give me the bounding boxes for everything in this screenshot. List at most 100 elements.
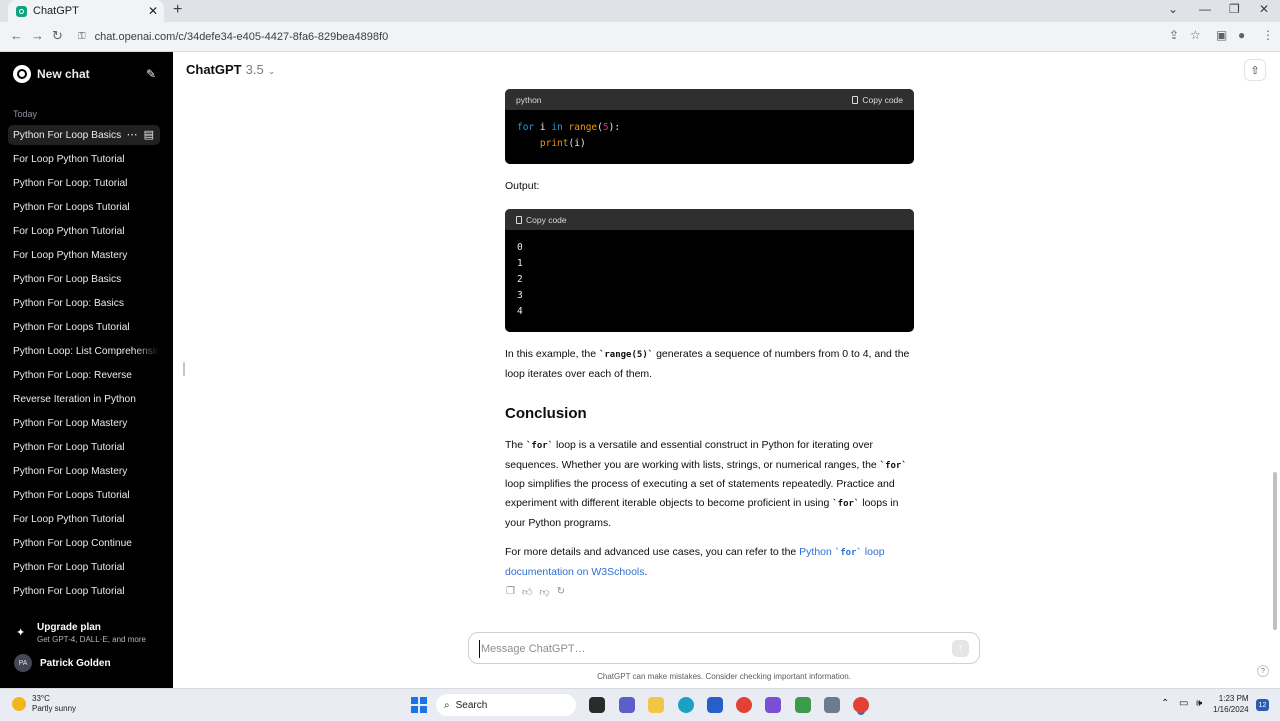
chat-history-item[interactable]: Python For Loop: Tutorial — [8, 173, 160, 193]
inline-code: `range(5)` — [598, 350, 654, 360]
chat-history-item[interactable]: Python For Loop Mastery — [8, 461, 160, 481]
chat-history-item[interactable]: Python For Loop Tutorial — [8, 437, 160, 457]
notification-badge[interactable]: 12 — [1256, 699, 1269, 711]
model-selector[interactable]: ChatGPT 3.5 ⌄ — [186, 62, 275, 77]
chat-history-item[interactable]: For Loop Python Tutorial — [8, 149, 160, 169]
thumbs-down-icon[interactable]: 👎︎ — [539, 586, 549, 598]
conclusion-heading: Conclusion — [505, 405, 587, 422]
chat-history-title: Python For Loop Tutorial — [13, 561, 125, 573]
chat-history-item[interactable]: For Loop Python Tutorial — [8, 509, 160, 529]
app-icon[interactable] — [824, 697, 840, 713]
page-scrollbar[interactable] — [1273, 472, 1277, 630]
network-icon[interactable]: ▭ — [1179, 698, 1188, 709]
minimize-button[interactable]: — — [1199, 2, 1211, 16]
share-page-icon[interactable]: ⇪ — [1169, 28, 1179, 42]
chat-history-item[interactable]: For Loop Python Mastery — [8, 245, 160, 265]
chrome-icon[interactable] — [736, 697, 752, 713]
file-explorer-icon[interactable] — [648, 697, 664, 713]
upgrade-plan-button[interactable]: ✦ Upgrade plan Get GPT-4, DALL·E, and mo… — [8, 622, 160, 646]
help-button[interactable]: ? — [1257, 665, 1269, 677]
chat-history-item[interactable]: Python For Loop Mastery — [8, 413, 160, 433]
system-clock[interactable]: 1:23 PM 1/16/2024 — [1213, 693, 1249, 715]
message-composer: ↑ — [468, 632, 980, 664]
copy-code-button[interactable]: Copy code — [516, 215, 567, 225]
output-line: 0 — [517, 242, 523, 253]
restore-button[interactable]: ❐ — [1229, 2, 1240, 16]
chat-history-item[interactable]: Python Loop: List Comprehension — [8, 341, 160, 361]
chat-history-title: Reverse Iteration in Python — [13, 393, 136, 405]
close-tab-icon[interactable]: ✕ — [146, 4, 160, 18]
profile-icon[interactable]: ● — [1238, 28, 1245, 42]
chat-history-item[interactable]: Python For Loop Basics — [8, 269, 160, 289]
chat-history-item[interactable]: Python For Loop Tutorial — [8, 581, 160, 601]
url-field[interactable]: ⚿ chat.openai.com/c/34defe34-e405-4427-8… — [70, 26, 1202, 47]
search-icon: ⌕ — [444, 699, 450, 711]
back-icon[interactable]: ← — [10, 28, 23, 43]
sidebar-collapse-handle[interactable] — [183, 362, 185, 376]
output-line: 1 — [517, 258, 523, 269]
taskbar-search[interactable]: ⌕ Search — [436, 694, 576, 716]
chat-history-item[interactable]: For Loop Python Tutorial — [8, 221, 160, 241]
chat-history-item[interactable]: Python For Loops Tutorial — [8, 317, 160, 337]
chat-history-item[interactable]: Python For Loop Tutorial — [8, 557, 160, 577]
sidebar: New chat ✎ Today Python For Loop Basics … — [0, 52, 173, 688]
code-output-content: 0 1 2 3 4 — [505, 230, 914, 330]
thumbs-up-icon[interactable]: 👍︎ — [522, 586, 532, 598]
browser-tab[interactable]: ChatGPT ✕ — [8, 0, 164, 22]
new-tab-button[interactable]: + — [173, 1, 182, 19]
avatar: PA — [14, 654, 32, 672]
output-line: 3 — [517, 290, 523, 301]
share-chat-button[interactable]: ⇧ — [1244, 59, 1266, 81]
tab-title: ChatGPT — [33, 5, 79, 17]
start-button[interactable] — [411, 697, 427, 713]
clipboard-icon — [516, 215, 522, 224]
chat-history-item[interactable]: Python For Loops Tutorial — [8, 485, 160, 505]
chevron-up-icon[interactable]: ⌃ — [1161, 698, 1169, 709]
store-icon[interactable] — [707, 697, 723, 713]
side-panel-icon[interactable]: ▣ — [1216, 28, 1227, 42]
browser-menu-icon[interactable]: ⋮ — [1262, 28, 1274, 42]
send-button[interactable]: ↑ — [952, 640, 969, 657]
chat-history-item[interactable]: Python For Loop: Reverse — [8, 365, 160, 385]
chat-history-item[interactable]: Python For Loops Tutorial — [8, 197, 160, 217]
chat-history-title: Python For Loop Basics — [13, 273, 122, 285]
copy-message-icon[interactable]: ❐ — [506, 586, 515, 598]
chat-history-title: For Loop Python Mastery — [13, 249, 128, 261]
bookmark-star-icon[interactable]: ☆ — [1190, 28, 1201, 42]
conclusion-paragraph: The `for` loop is a versatile and essent… — [505, 439, 907, 529]
new-chat-edit-icon[interactable]: ✎ — [146, 67, 156, 81]
excel-icon[interactable] — [795, 697, 811, 713]
new-chat-button[interactable]: New chat ✎ — [8, 62, 158, 86]
chat-history-title: Python For Loop Tutorial — [13, 441, 125, 453]
weather-sun-icon — [12, 697, 26, 711]
chat-history-item-active[interactable]: Python For Loop Basics ⋯ ▤ — [8, 125, 160, 145]
chrome-active-icon[interactable] — [853, 697, 869, 713]
chat-history-title: For Loop Python Tutorial — [13, 153, 125, 165]
chat-history-title: Python For Loop Tutorial — [13, 585, 125, 597]
tab-search-icon[interactable]: ⌄ — [1168, 2, 1178, 16]
app-icon[interactable] — [765, 697, 781, 713]
edge-browser-icon[interactable] — [678, 697, 694, 713]
close-window-button[interactable]: ✕ — [1259, 2, 1269, 16]
user-menu-button[interactable]: PA Patrick Golden — [14, 653, 111, 673]
message-input[interactable] — [479, 640, 943, 658]
site-info-icon[interactable]: ⚿ — [78, 31, 86, 42]
chat-options-icon[interactable]: ⋯ ▤ — [126, 128, 154, 141]
chat-history-item[interactable]: Reverse Iteration in Python — [8, 389, 160, 409]
copy-code-button[interactable]: Copy code — [852, 95, 903, 105]
chevron-down-icon: ⌄ — [267, 66, 276, 76]
share-icon: ⇧ — [1250, 64, 1260, 77]
weather-widget[interactable]: 33°C Partly sunny — [12, 694, 76, 714]
explanation-paragraph: In this example, the `range(5)` generate… — [505, 348, 910, 380]
chat-history-item[interactable]: Python For Loop Continue — [8, 533, 160, 553]
chat-history-item[interactable]: Python For Loop: Basics — [8, 293, 160, 313]
teams-chat-icon[interactable] — [619, 697, 635, 713]
clipboard-icon — [852, 95, 859, 104]
forward-icon[interactable]: → — [31, 28, 44, 43]
regenerate-icon[interactable]: ↻ — [557, 586, 565, 598]
address-bar: ← → ↻ ⚿ chat.openai.com/c/34defe34-e405-… — [0, 22, 1280, 52]
volume-icon[interactable]: 🕪︎ — [1196, 698, 1202, 709]
chat-history-title: Python For Loop: Tutorial — [13, 177, 128, 189]
reload-icon[interactable]: ↻ — [52, 28, 63, 44]
task-view-icon[interactable] — [589, 697, 605, 713]
